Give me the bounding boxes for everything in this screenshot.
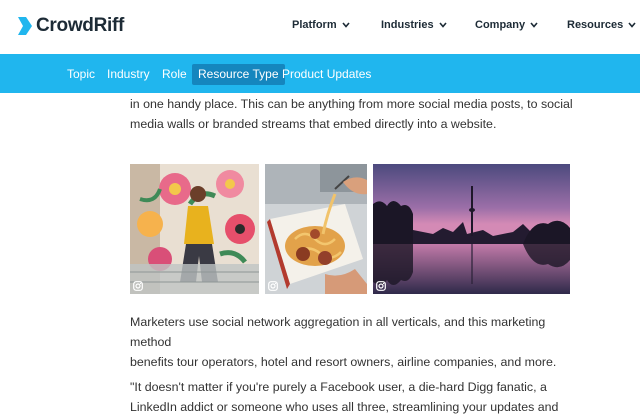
- quote-line-2: LinkedIn addict or someone who uses all …: [130, 400, 559, 414]
- filter-product-updates[interactable]: Product Updates: [276, 64, 377, 85]
- filter-topic[interactable]: Topic: [61, 64, 101, 85]
- para2-line-1: Marketers use social network aggregation…: [130, 315, 546, 349]
- main-nav: Platform Industries Company Resources: [0, 19, 640, 35]
- resource-filter-bar: Topic Industry Role Resource Type Produc…: [0, 54, 640, 93]
- photo-gallery: [130, 164, 570, 294]
- skyline-photo-image: [373, 164, 570, 294]
- spaghetti-photo-image: [265, 164, 367, 294]
- nav-platform-label: Platform: [292, 19, 337, 31]
- chevron-down-icon: [438, 22, 447, 28]
- nav-company-label: Company: [475, 19, 526, 31]
- nav-industries-label: Industries: [381, 19, 434, 31]
- gallery-photo-mural[interactable]: [130, 164, 259, 294]
- chevron-down-icon: [342, 22, 350, 28]
- filter-resource-type[interactable]: Resource Type: [192, 64, 285, 85]
- filter-role[interactable]: Role: [156, 64, 193, 85]
- site-header: CrowdRiff Platform Industries Company Re…: [0, 0, 640, 54]
- nav-resources[interactable]: Resources: [567, 19, 636, 31]
- article-quote: "It doesn't matter if you're purely a Fa…: [130, 377, 575, 416]
- intro-line-2: media walls or branded streams that embe…: [130, 117, 497, 131]
- nav-company[interactable]: Company: [475, 19, 538, 31]
- gallery-photo-spaghetti[interactable]: [265, 164, 367, 294]
- quote-line-1: "It doesn't matter if you're purely a Fa…: [130, 380, 547, 394]
- chevron-down-icon: [628, 22, 636, 28]
- filter-industry[interactable]: Industry: [101, 64, 156, 85]
- para2-line-2: benefits tour operators, hotel and resor…: [130, 355, 557, 369]
- instagram-icon: [133, 281, 143, 291]
- chevron-down-icon: [530, 22, 538, 28]
- mural-photo-image: [130, 164, 259, 294]
- nav-platform[interactable]: Platform: [292, 19, 350, 31]
- article-intro: in one handy place. This can be anything…: [130, 94, 575, 134]
- nav-industries[interactable]: Industries: [381, 19, 447, 31]
- article-paragraph: Marketers use social network aggregation…: [130, 312, 575, 372]
- instagram-icon: [376, 281, 386, 291]
- instagram-icon: [268, 281, 278, 291]
- intro-line-1: in one handy place. This can be anything…: [130, 97, 573, 111]
- gallery-photo-skyline[interactable]: [373, 164, 570, 294]
- nav-resources-label: Resources: [567, 19, 624, 31]
